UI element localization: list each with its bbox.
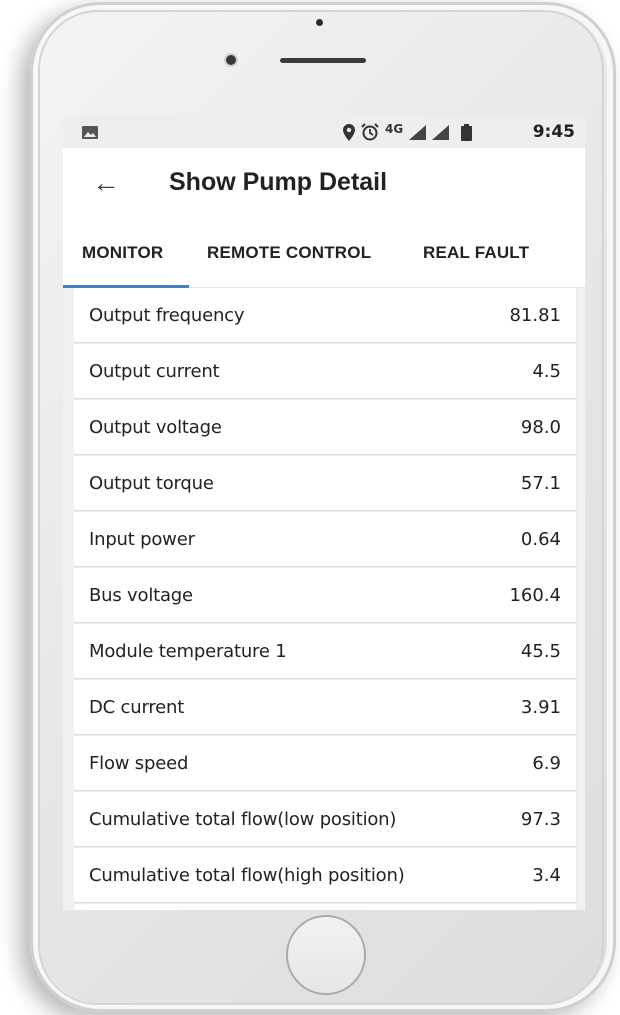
row-label: Module temperature 1: [89, 641, 287, 662]
row-value: 3.91: [520, 697, 561, 718]
app-screen: 4G 9:45 ← Show Pump Detail MONITOR REMOT…: [63, 115, 585, 910]
signal-icon-2: [432, 124, 450, 140]
monitor-list: Output frequency 81.81 Output current 4.…: [74, 288, 576, 910]
list-item[interactable]: Output voltage 98.0: [74, 400, 576, 454]
list-item[interactable]: Output frequency 81.81: [74, 288, 576, 342]
list-item[interactable]: Input power 0.64: [74, 512, 576, 566]
image-icon: [82, 126, 98, 139]
network-type-label: 4G: [385, 122, 404, 136]
app-bar: ← Show Pump Detail: [63, 148, 585, 221]
list-item[interactable]: Module temperature 1 45.5: [74, 624, 576, 678]
row-label: Output voltage: [89, 417, 222, 438]
list-item-partial[interactable]: [74, 904, 576, 910]
back-button[interactable]: ←: [91, 167, 121, 200]
page-title: Show Pump Detail: [169, 168, 388, 196]
list-item[interactable]: Bus voltage 160.4: [74, 568, 576, 622]
front-camera: [226, 55, 236, 65]
status-time: 9:45: [532, 122, 575, 142]
row-label: Output torque: [89, 473, 214, 494]
row-value: 0.64: [520, 529, 561, 550]
row-label: Cumulative total flow(low position): [89, 809, 397, 830]
sensor-dot: [316, 19, 323, 26]
row-value: 3.4: [532, 865, 561, 886]
tab-monitor[interactable]: MONITOR: [82, 243, 163, 263]
signal-icon: [409, 124, 427, 140]
row-value: 81.81: [509, 305, 561, 326]
arrow-left-icon: ←: [92, 167, 120, 198]
row-value: 160.4: [509, 585, 561, 606]
row-label: Flow speed: [89, 753, 189, 774]
row-value: 6.9: [532, 753, 561, 774]
list-item[interactable]: Cumulative total flow(high position) 3.4: [74, 848, 576, 902]
row-label: Cumulative total flow(high position): [89, 865, 405, 886]
list-item[interactable]: Cumulative total flow(low position) 97.3: [74, 792, 576, 846]
home-button[interactable]: [286, 915, 366, 995]
row-value: 57.1: [520, 473, 561, 494]
location-pin-icon: [343, 123, 355, 141]
list-item[interactable]: Output torque 57.1: [74, 456, 576, 510]
alarm-icon: [361, 123, 379, 141]
row-value: 4.5: [532, 361, 561, 382]
tab-remote-control[interactable]: REMOTE CONTROL: [207, 243, 371, 263]
list-item[interactable]: DC current 3.91: [74, 680, 576, 734]
list-item[interactable]: Flow speed 6.9: [74, 736, 576, 790]
row-value: 45.5: [520, 641, 561, 662]
tab-real-fault[interactable]: REAL FAULT: [423, 243, 529, 263]
row-label: Bus voltage: [89, 585, 193, 606]
row-label: Output frequency: [89, 305, 245, 326]
row-value: 97.3: [520, 809, 561, 830]
row-label: Input power: [89, 529, 195, 550]
row-label: Output current: [89, 361, 220, 382]
battery-icon: [461, 123, 473, 141]
list-item[interactable]: Output current 4.5: [74, 344, 576, 398]
status-icons: 4G: [343, 122, 473, 141]
tab-bar: MONITOR REMOTE CONTROL REAL FAULT: [63, 221, 585, 288]
row-label: DC current: [89, 697, 185, 718]
status-bar: 4G 9:45: [63, 115, 585, 148]
row-value: 98.0: [520, 417, 561, 438]
earpiece-speaker: [280, 58, 366, 63]
